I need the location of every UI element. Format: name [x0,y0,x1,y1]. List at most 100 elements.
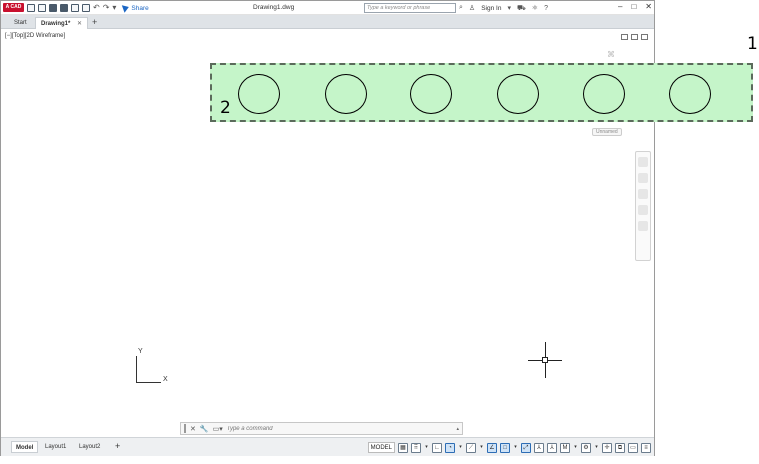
polar-icon[interactable]: ◔ [445,442,455,453]
tab-drawing1-label: Drawing1* [41,21,71,27]
undo-icon[interactable]: ↶ [93,4,100,12]
tab-drawing1[interactable]: Drawing1* ✕ [35,17,89,29]
share-icon [122,3,131,13]
isolate-objects-icon[interactable]: ⧉ [615,442,625,453]
document-title: Drawing1.dwg [253,4,295,11]
annotation-visibility-icon[interactable]: ⅄ [547,442,557,453]
ucs-y-label: Y [138,348,143,355]
ucs-y-axis [136,356,137,383]
gear-dropdown-icon[interactable]: ▾ [594,443,599,453]
viewport-window-controls [621,34,648,40]
snap-icon[interactable]: ⠿ [411,442,421,453]
tab-start[interactable]: Start [9,17,32,29]
command-input[interactable] [226,423,453,434]
save-icon[interactable] [49,4,57,12]
drawing-circle[interactable] [325,74,367,114]
exchange-icon[interactable]: ⚛ [532,4,538,12]
drawing-circle[interactable] [410,74,452,114]
drawing-circle[interactable] [583,74,625,114]
file-tab-bar: Start Drawing1* ✕ + [1,15,654,29]
maximize-button[interactable]: □ [631,2,636,11]
title-bar-right: ⌕ ♙ Sign In ▾ ⛟ ⚛ ? [459,3,548,13]
command-close-icon[interactable]: ✕ [190,425,196,433]
recent-commands-icon[interactable]: ▭▾ [213,425,223,433]
new-tab-button[interactable]: + [87,17,102,29]
workspace-dropdown-icon[interactable]: ▾ [112,4,116,12]
minimize-button[interactable]: – [618,2,622,11]
web-mobile-icon[interactable] [71,4,79,12]
chevron-up-icon[interactable]: ▴ [456,426,459,432]
polar-dropdown-icon[interactable]: ▾ [458,443,463,453]
navigation-bar [635,151,651,261]
crosshair-cursor [528,342,562,378]
status-bar: Model Layout1 Layout2 + MODEL ▦ ⠿ ▾ ∟ ◔ … [1,437,654,456]
highlight-region [210,63,753,122]
steering-wheel-icon[interactable] [638,157,648,167]
add-layout-button[interactable]: + [111,441,124,453]
close-button[interactable]: ✕ [645,2,652,11]
chevron-down-icon[interactable]: ▾ [507,4,511,12]
ucs-icon: Y X [134,348,174,388]
pan-icon[interactable] [638,173,648,183]
annotation-scale-icon[interactable]: ⅄ [534,442,544,453]
pickbox [542,357,548,363]
viewport-minimize-icon[interactable] [621,34,628,40]
viewport-close-icon[interactable] [641,34,648,40]
plus-icon[interactable]: ✛ [602,442,612,453]
save-as-icon[interactable] [60,4,68,12]
showmotion-icon[interactable] [638,221,648,231]
viewport-restore-icon[interactable] [631,34,638,40]
ortho-icon[interactable]: ∟ [432,442,442,453]
selection-cycling-icon[interactable]: ⤢ [521,442,531,453]
model-space-button[interactable]: MODEL [367,442,395,453]
viewport-controls-label[interactable]: [−][Top][2D Wireframe] [5,33,65,39]
command-line: ✕ 🔧 ▭▾ ▴ [180,422,463,435]
zoom-icon[interactable] [638,189,648,199]
named-view-dropdown[interactable]: Unnamed [592,128,622,136]
share-button[interactable]: Share [122,3,149,13]
grid-icon[interactable]: ▦ [398,442,408,453]
drawing-circle[interactable] [497,74,539,114]
search-icon[interactable]: ⌕ [459,4,463,12]
new-icon[interactable] [27,4,35,12]
close-icon[interactable]: ✕ [77,21,82,27]
annotation-label-1: 1 [747,34,758,54]
isodraft-icon[interactable]: ⟋ [466,442,476,453]
title-bar: A CAD ↶ ↷ ▾ Share Drawing1.dwg Type a ke… [1,1,654,15]
quick-properties-icon[interactable]: ▭ [628,442,638,453]
redo-icon[interactable]: ↷ [103,4,110,12]
snap-dropdown-icon[interactable]: ▾ [424,443,429,453]
viewcube-icon[interactable]: ⌘ [607,51,615,59]
customize-icon[interactable]: 🔧 [200,425,209,433]
tab-model[interactable]: Model [11,441,39,453]
annotation-label-2: 2 [220,98,231,118]
drawing-circle[interactable] [238,74,280,114]
status-toggles: MODEL ▦ ⠿ ▾ ∟ ◔ ▾ ⟋ ▾ ∠ □ ▾ ⤢ ⅄ ⅄ M ▾ ⚙ … [367,441,651,454]
print-icon[interactable] [82,4,90,12]
customize-menu-icon[interactable]: ≡ [641,442,651,453]
search-input[interactable]: Type a keyword or phrase [364,3,456,13]
osnap-tracking-icon[interactable]: ∠ [487,442,497,453]
share-label: Share [131,4,149,12]
sign-in-button[interactable]: Sign In [481,5,501,12]
drawing-circle[interactable] [669,74,711,114]
command-line-grip[interactable] [184,424,186,433]
osnap-dropdown-icon[interactable]: ▾ [513,443,518,453]
isodraft-dropdown-icon[interactable]: ▾ [479,443,484,453]
gear-icon[interactable]: ⚙ [581,442,591,453]
tab-layout2[interactable]: Layout2 [75,441,104,453]
osnap-icon[interactable]: □ [500,442,510,453]
tab-layout1[interactable]: Layout1 [41,441,70,453]
quick-access-toolbar: ↶ ↷ ▾ Share [27,3,149,13]
app-logo[interactable]: A CAD [3,3,24,12]
orbit-icon[interactable] [638,205,648,215]
user-icon[interactable]: ♙ [469,4,475,12]
workspace-icon[interactable]: M [560,442,570,453]
workspace-dropdown-icon[interactable]: ▾ [573,443,578,453]
ucs-x-axis [136,382,161,383]
window-controls: – □ ✕ [618,2,652,11]
cart-icon[interactable]: ⛟ [517,4,526,13]
ucs-x-label: X [163,376,168,383]
open-icon[interactable] [38,4,46,12]
help-icon[interactable]: ? [544,5,548,12]
